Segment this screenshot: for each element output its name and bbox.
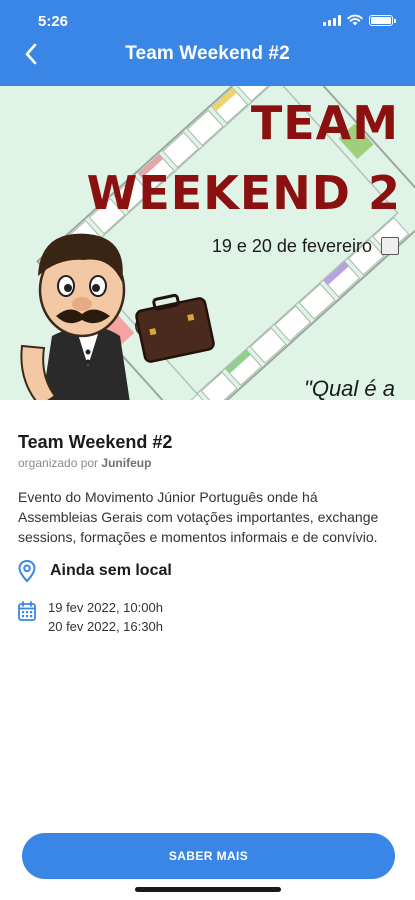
event-title: Team Weekend #2 <box>18 432 173 452</box>
event-description: Evento do Movimento Júnior Português ond… <box>18 489 379 545</box>
event-dates: 19 fev 2022, 10:00h 20 fev 2022, 16:30h <box>17 598 163 636</box>
banner-title-line2: WEEKEND 2 <box>86 166 401 220</box>
banner-quote: "Qual é a <box>304 376 395 400</box>
status-time: 5:26 <box>38 13 69 30</box>
battery-icon <box>369 14 396 26</box>
status-icons <box>323 14 396 26</box>
organizer-prefix: organizado por <box>18 456 99 470</box>
home-indicator[interactable] <box>135 887 281 892</box>
page-title: Team Weekend #2 <box>125 43 290 64</box>
banner-title-line1: TEAM <box>250 96 399 150</box>
event-banner-image: TEAM WEEKEND 2 19 e 20 de fevereiro "Qua… <box>0 86 415 400</box>
wifi-icon <box>347 14 363 26</box>
location-pin-icon <box>18 559 36 583</box>
event-date-range: 19 fev 2022, 10:00h 20 fev 2022, 16:30h <box>48 598 163 636</box>
event-start: 19 fev 2022, 10:00h <box>48 600 163 615</box>
location-text: Ainda sem local <box>50 562 172 579</box>
event-organizer: organizado por Junifeup <box>18 456 397 470</box>
organizer-name[interactable]: Junifeup <box>101 456 151 470</box>
app-bar: 5:26 Team Weekend #2 <box>0 0 415 86</box>
calendar-emoji-icon <box>381 237 399 255</box>
saber-mais-button[interactable]: SABER MAIS <box>22 833 395 879</box>
mascot-illustration <box>20 233 215 400</box>
event-location: Ainda sem local <box>17 559 172 583</box>
event-info: Team Weekend #2 organizado por Junifeup … <box>18 432 397 547</box>
status-bar: 5:26 <box>0 11 415 33</box>
calendar-icon <box>18 601 36 621</box>
event-end: 20 fev 2022, 16:30h <box>48 619 163 634</box>
cellular-signal-icon <box>323 14 341 26</box>
